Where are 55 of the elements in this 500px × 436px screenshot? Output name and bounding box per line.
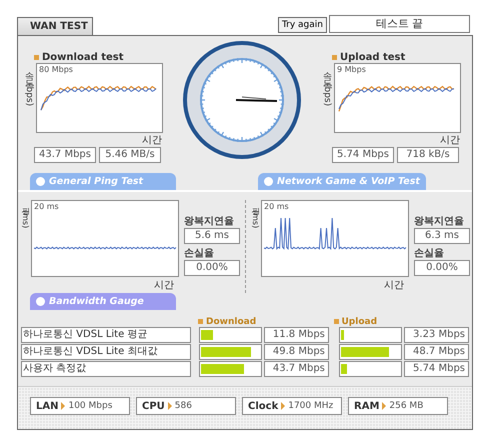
table-cell: 사용자 측정값 [21, 361, 191, 377]
column-heading: Download [198, 316, 334, 327]
arrow-icon [168, 402, 172, 410]
info-value: 256 MB [389, 401, 424, 411]
arrow-icon [61, 402, 66, 410]
scale-label: 20 ms [34, 202, 59, 211]
speed-value: 43.7 Mbps [34, 147, 96, 163]
try-again-button[interactable]: Try again [278, 17, 327, 33]
latency-label: 왕복지연율 [414, 215, 465, 228]
speed-value: 5.74 Mbps [332, 147, 394, 163]
arrow-icon [382, 402, 386, 410]
axis-label: 시간 [141, 134, 162, 147]
rate-value: 5.46 MB/s [99, 147, 161, 163]
test-title: Upload test [332, 52, 462, 63]
latency-label: 왕복지연율 [184, 215, 235, 228]
scale-label: 80 Mbps [39, 65, 73, 74]
section-tab[interactable]: Network Game & VoIP Test [258, 173, 426, 190]
loss-label: 손실율 [184, 247, 215, 260]
latency-value: 6.3 ms [414, 228, 470, 244]
arrow-icon [281, 402, 286, 410]
loss-label: 손실율 [414, 247, 445, 260]
axis-label: 속도(bps) [23, 65, 35, 106]
table-cell: 하나로통신 VDSL Lite 최대값 [21, 344, 191, 360]
table-cell: 하나로통신 VDSL Lite 평균 [21, 327, 191, 343]
section-tab[interactable]: Bandwidth Gauge [30, 293, 176, 310]
info-value: 100 Mbps [68, 401, 112, 411]
latency-value: 5.6 ms [184, 228, 240, 244]
table-cell: 49.8 Mbps [264, 344, 329, 360]
info-label: RAM [354, 400, 380, 412]
axis-label: 속도(bps) [321, 65, 333, 106]
column-heading: Upload [334, 316, 469, 327]
table-cell: 3.23 Mbps [404, 327, 470, 343]
rate-value: 718 kB/s [397, 147, 459, 163]
scale-label: 20 ms [264, 202, 289, 211]
axis-label: 시간 [439, 134, 460, 147]
loss-value: 0.00% [414, 260, 470, 276]
table-cell: 11.8 Mbps [264, 327, 329, 343]
axis-label: 시간 [383, 279, 404, 292]
wan-test-tab[interactable]: WAN TEST [17, 17, 93, 35]
info-value: 1700 MHz [288, 401, 334, 411]
info-value: 586 [174, 401, 192, 411]
test-title: Download test [34, 52, 164, 63]
info-label: Clock [248, 400, 278, 412]
scale-label: 9 Mbps [337, 65, 366, 74]
axis-label: 핑(ms) [20, 202, 30, 228]
table-cell: 48.7 Mbps [404, 344, 470, 360]
info-label: CPU [142, 400, 165, 412]
loss-value: 0.00% [184, 260, 240, 276]
table-cell: 43.7 Mbps [264, 361, 329, 377]
axis-label: 시간 [153, 279, 174, 292]
table-cell: 5.74 Mbps [404, 361, 470, 377]
section-tab[interactable]: General Ping Test [30, 173, 176, 190]
axis-label: 핑(ms) [250, 202, 260, 228]
info-label: LAN [36, 400, 58, 412]
status-field: 테스트 끝 [329, 15, 470, 33]
